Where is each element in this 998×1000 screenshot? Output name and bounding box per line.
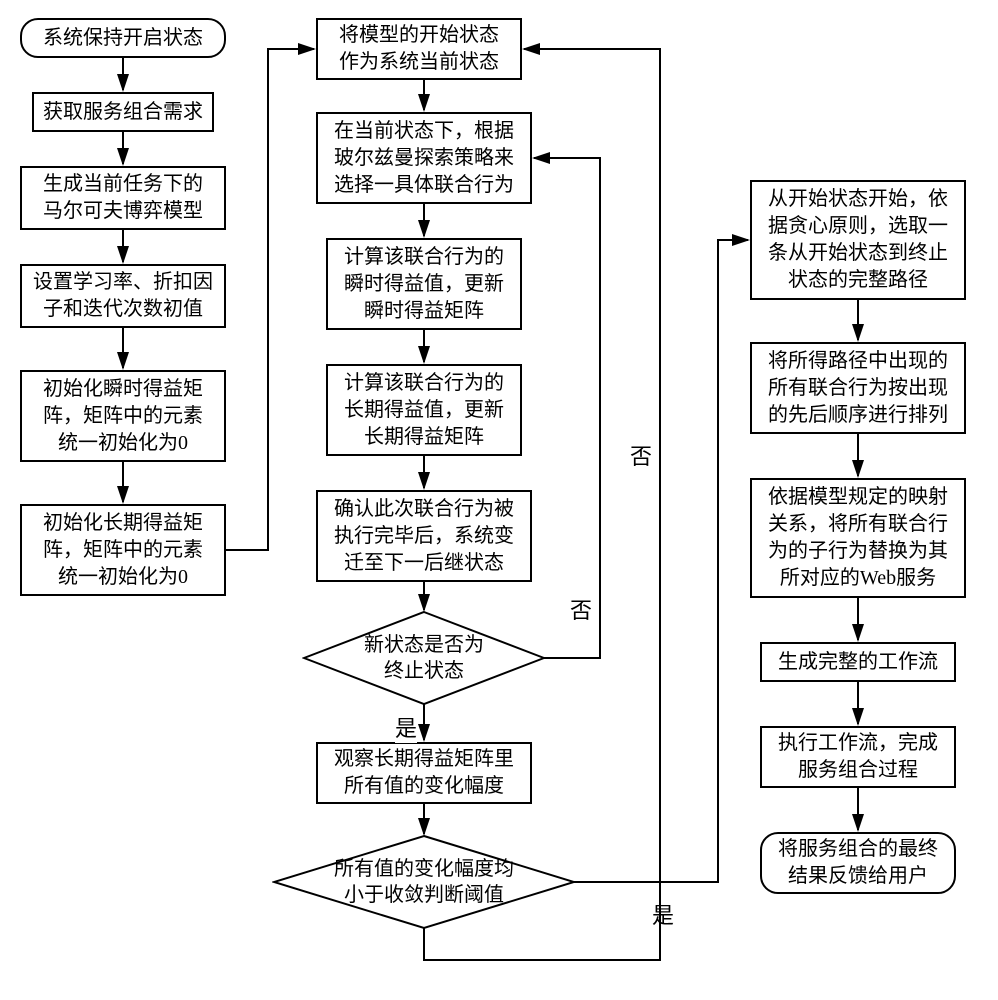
text: 依据模型规定的映射关系，将所有联合行为的子行为替换为其所对应的Web服务: [768, 484, 948, 592]
label-yes2: 是: [652, 898, 674, 930]
text: 生成当前任务下的马尔可夫博弈模型: [43, 171, 203, 225]
process-get-req: 获取服务组合需求: [32, 92, 214, 132]
text: 新状态是否为终止状态: [364, 632, 484, 684]
text: 将服务组合的最终结果反馈给用户: [778, 836, 938, 890]
process-init-long: 初始化长期得益矩阵，矩阵中的元素统一初始化为0: [20, 504, 226, 596]
text: 计算该联合行为的瞬时得益值，更新瞬时得益矩阵: [344, 244, 504, 325]
label-yes1: 是: [395, 711, 417, 743]
process-greedy-path: 从开始状态开始，依据贪心原则，选取一条从开始状态到终止状态的完整路径: [750, 180, 966, 300]
decision-terminal: 新状态是否为终止状态: [302, 610, 546, 706]
text: 从开始状态开始，依据贪心原则，选取一条从开始状态到终止状态的完整路径: [768, 186, 948, 294]
process-inst-gain: 计算该联合行为的瞬时得益值，更新瞬时得益矩阵: [326, 238, 522, 330]
text: 设置学习率、折扣因子和迭代次数初值: [33, 269, 213, 323]
process-transition: 确认此次联合行为被执行完毕后，系统变迁至下一后继状态: [316, 490, 532, 582]
terminator-start: 系统保持开启状态: [20, 18, 226, 58]
text: 将所得路径中出现的所有联合行为按出现的先后顺序进行排列: [768, 348, 948, 429]
text: 将模型的开始状态作为系统当前状态: [339, 22, 499, 76]
text: 在当前状态下，根据玻尔兹曼探索策略来选择一具体联合行为: [334, 118, 514, 199]
process-start-state: 将模型的开始状态作为系统当前状态: [316, 18, 522, 80]
text: 获取服务组合需求: [43, 99, 203, 126]
label-no2: 否: [630, 439, 652, 471]
text: 计算该联合行为的长期得益值，更新长期得益矩阵: [344, 370, 504, 451]
process-params: 设置学习率、折扣因子和迭代次数初值: [20, 264, 226, 328]
process-markov: 生成当前任务下的马尔可夫博弈模型: [20, 166, 226, 230]
process-boltzmann: 在当前状态下，根据玻尔兹曼探索策略来选择一具体联合行为: [316, 112, 532, 204]
terminator-end: 将服务组合的最终结果反馈给用户: [760, 832, 956, 894]
process-order: 将所得路径中出现的所有联合行为按出现的先后顺序进行排列: [750, 342, 966, 434]
text: 系统保持开启状态: [43, 25, 203, 52]
text: 初始化长期得益矩阵，矩阵中的元素统一初始化为0: [43, 510, 203, 591]
text: 执行工作流，完成服务组合过程: [778, 730, 938, 784]
text: 观察长期得益矩阵里所有值的变化幅度: [334, 746, 514, 800]
process-exec-workflow: 执行工作流，完成服务组合过程: [760, 726, 956, 788]
text: 所有值的变化幅度均小于收敛判断阈值: [334, 856, 514, 908]
label-no1: 否: [570, 593, 592, 625]
flowchart-canvas: 系统保持开启状态 获取服务组合需求 生成当前任务下的马尔可夫博弈模型 设置学习率…: [0, 0, 998, 1000]
text: 生成完整的工作流: [778, 649, 938, 676]
process-gen-workflow: 生成完整的工作流: [760, 642, 956, 682]
process-init-inst: 初始化瞬时得益矩阵，矩阵中的元素统一初始化为0: [20, 370, 226, 462]
text: 初始化瞬时得益矩阵，矩阵中的元素统一初始化为0: [43, 376, 203, 457]
process-map-web: 依据模型规定的映射关系，将所有联合行为的子行为替换为其所对应的Web服务: [750, 478, 966, 598]
process-long-gain: 计算该联合行为的长期得益值，更新长期得益矩阵: [326, 364, 522, 456]
process-observe: 观察长期得益矩阵里所有值的变化幅度: [316, 742, 532, 804]
text: 确认此次联合行为被执行完毕后，系统变迁至下一后继状态: [334, 496, 514, 577]
decision-converge: 所有值的变化幅度均小于收敛判断阈值: [272, 834, 576, 930]
